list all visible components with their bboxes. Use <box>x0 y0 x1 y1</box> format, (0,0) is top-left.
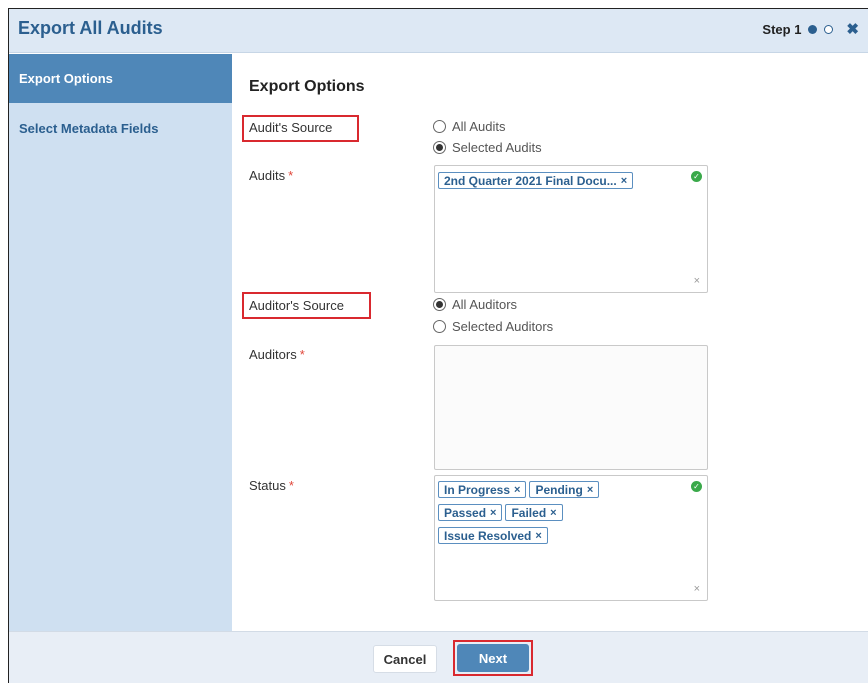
sidebar-item-select-metadata-fields[interactable]: Select Metadata Fields <box>9 103 232 153</box>
remove-tag-icon[interactable]: × <box>621 175 627 187</box>
remove-tag-icon[interactable]: × <box>490 507 496 519</box>
tag-label: In Progress <box>444 482 511 497</box>
radio-selected-auditors[interactable]: Selected Auditors <box>433 319 553 334</box>
radio-all-audits[interactable]: All Audits <box>433 119 505 134</box>
required-marker: * <box>288 168 294 183</box>
status-label: Status * <box>249 478 294 493</box>
status-tag-in-progress[interactable]: In Progress × <box>438 481 527 498</box>
audits-label-text: Audits <box>249 168 286 183</box>
auditors-multiselect[interactable] <box>434 345 708 470</box>
audit-tag[interactable]: 2nd Quarter 2021 Final Docu... × <box>438 172 634 189</box>
radio-label: All Auditors <box>452 297 518 312</box>
export-dialog: Export All Audits Step 1 ✖ Export Option… <box>8 8 868 683</box>
sidebar: Export Options Select Metadata Fields <box>9 54 232 631</box>
auditor-source-label: Auditor's Source <box>249 298 344 313</box>
tag-label: Passed <box>444 505 487 520</box>
tag-label: 2nd Quarter 2021 Final Docu... <box>444 173 617 188</box>
tag-label: Issue Resolved <box>444 528 532 543</box>
section-title: Export Options <box>249 78 365 95</box>
dialog-title: Export All Audits <box>18 18 163 38</box>
audits-multiselect[interactable]: 2nd Quarter 2021 Final Docu... × ✓ × <box>434 165 708 293</box>
step-indicator: Step 1 ✖ <box>762 22 859 37</box>
status-tag-passed[interactable]: Passed × <box>438 504 503 521</box>
status-tag-pending[interactable]: Pending × <box>529 481 600 498</box>
cancel-button[interactable]: Cancel <box>373 645 437 673</box>
radio-icon <box>433 320 446 333</box>
check-circle-icon: ✓ <box>691 171 702 182</box>
dialog-footer: Cancel Next <box>9 631 868 683</box>
radio-checked-icon <box>433 298 446 311</box>
tag-label: Failed <box>511 505 547 520</box>
step-2-dot-icon <box>824 25 834 34</box>
radio-label: All Audits <box>452 119 506 134</box>
status-tag-issue-resolved[interactable]: Issue Resolved × <box>438 527 548 544</box>
sidebar-item-label: Export Options <box>19 71 113 86</box>
next-button[interactable]: Next <box>457 644 529 672</box>
sidebar-item-label: Select Metadata Fields <box>19 120 159 136</box>
remove-tag-icon[interactable]: × <box>587 484 593 496</box>
radio-label: Selected Audits <box>452 140 542 155</box>
step-1-dot-icon <box>808 25 818 34</box>
status-multiselect[interactable]: In Progress × Pending × Passed × Failed … <box>434 475 708 601</box>
remove-tag-icon[interactable]: × <box>550 507 556 519</box>
clear-icon[interactable]: × <box>694 275 700 287</box>
radio-selected-audits[interactable]: Selected Audits <box>433 140 542 155</box>
status-tag-failed[interactable]: Failed × <box>505 504 563 521</box>
radio-label: Selected Auditors <box>452 319 554 334</box>
dialog-header: Export All Audits Step 1 ✖ <box>9 9 868 53</box>
tag-label: Pending <box>535 482 583 497</box>
sidebar-item-export-options[interactable]: Export Options <box>9 54 232 103</box>
clear-icon[interactable]: × <box>694 583 700 595</box>
audit-source-label: Audit's Source <box>249 120 333 135</box>
status-label-text: Status <box>249 478 286 493</box>
close-icon[interactable]: ✖ <box>846 22 859 37</box>
remove-tag-icon[interactable]: × <box>535 530 541 542</box>
radio-all-auditors[interactable]: All Auditors <box>433 297 517 312</box>
radio-checked-icon <box>433 141 446 154</box>
auditors-label-text: Auditors <box>249 347 297 362</box>
remove-tag-icon[interactable]: × <box>514 484 520 496</box>
required-marker: * <box>288 478 294 493</box>
audits-label: Audits * <box>249 168 293 183</box>
radio-icon <box>433 120 446 133</box>
step-label: Step 1 <box>762 22 802 37</box>
auditors-label: Auditors * <box>249 347 305 362</box>
required-marker: * <box>299 347 305 362</box>
main-content: Export Options Audit's Source All Audits… <box>232 54 868 631</box>
check-circle-icon: ✓ <box>691 481 702 492</box>
